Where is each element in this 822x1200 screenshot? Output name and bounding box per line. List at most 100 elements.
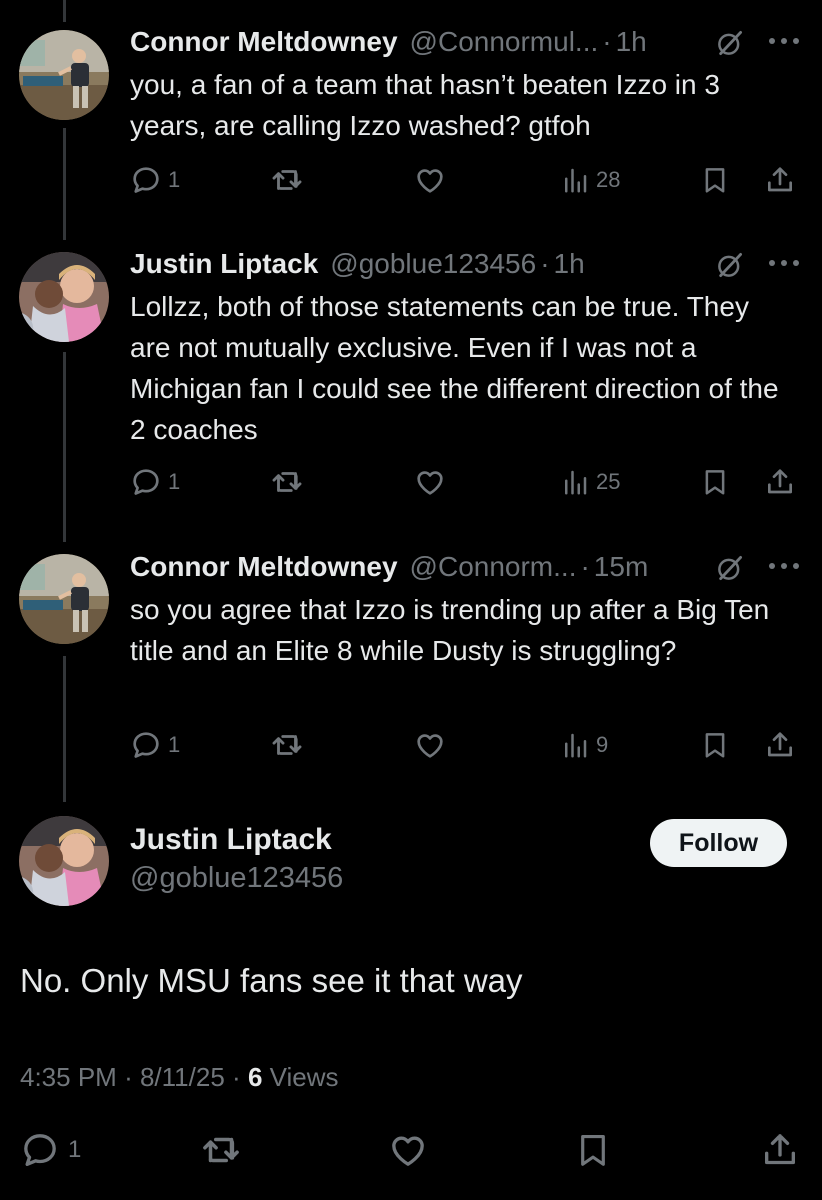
reply-button[interactable]: 1 (130, 162, 180, 198)
views-button[interactable]: 28 (560, 162, 620, 198)
share-button[interactable] (764, 464, 796, 500)
views-count: 25 (596, 469, 621, 494)
tweet-actions: 1 25 (130, 464, 810, 500)
main-avatar[interactable] (19, 816, 109, 906)
reply-count: 1 (168, 167, 181, 192)
display-name[interactable]: Connor Meltdowney (130, 551, 398, 583)
display-name[interactable]: Justin Liptack (130, 248, 318, 280)
separator: · (540, 248, 550, 279)
share-icon (764, 729, 796, 761)
main-tweet-text: No. Only MSU fans see it that way (20, 962, 523, 999)
views-button[interactable]: 9 (560, 727, 608, 763)
more-icon[interactable] (768, 258, 800, 268)
timestamp[interactable]: 1h (554, 248, 585, 280)
views-label: Views (269, 1062, 339, 1092)
main-tweet-actions: 1 (0, 1128, 822, 1172)
tweet-time[interactable]: 4:35 PM (20, 1062, 117, 1092)
tweet-date[interactable]: 8/11/25 (140, 1062, 225, 1092)
user-handle[interactable]: @Connormul... (410, 26, 599, 58)
like-icon (414, 729, 446, 761)
tweet-header: Justin Liptack @goblue123456 · 1h (130, 246, 585, 282)
like-button[interactable] (414, 162, 446, 198)
views-count: 6 (247, 1062, 263, 1092)
timestamp[interactable]: 15m (594, 551, 648, 583)
like-button[interactable] (414, 727, 446, 763)
grok-icon[interactable] (715, 250, 745, 280)
tweet-meta: 4:35 PM · 8/11/25 · 6 Views (20, 1062, 339, 1093)
share-icon (764, 466, 796, 498)
bookmark-icon (700, 466, 730, 498)
display-name[interactable]: Connor Meltdowney (130, 26, 398, 58)
views-icon (560, 165, 590, 195)
tweet-header: Connor Meltdowney @Connorm... · 15m (130, 549, 648, 585)
repost-icon (270, 465, 304, 499)
thread-line (63, 0, 66, 22)
views-count: 28 (596, 167, 621, 192)
views-icon (560, 730, 590, 760)
separator: · (232, 1062, 241, 1092)
like-icon (414, 466, 446, 498)
share-button[interactable] (764, 162, 796, 198)
more-icon[interactable] (768, 36, 800, 46)
avatar[interactable] (19, 252, 109, 342)
bookmark-button[interactable] (700, 727, 730, 763)
repost-icon (270, 163, 304, 197)
tweet-header: Connor Meltdowney @Connormul... · 1h (130, 24, 647, 60)
more-icon[interactable] (768, 561, 800, 571)
repost-button[interactable] (270, 162, 304, 198)
repost-button[interactable] (270, 727, 304, 763)
reply-icon (130, 164, 162, 196)
bookmark-icon (700, 729, 730, 761)
share-button[interactable] (760, 1128, 800, 1172)
like-button[interactable] (414, 464, 446, 500)
thread-line (63, 352, 66, 542)
views-icon (560, 467, 590, 497)
like-icon (388, 1130, 428, 1170)
like-icon (414, 164, 446, 196)
reply-button[interactable]: 1 (130, 464, 180, 500)
repost-icon (200, 1129, 242, 1171)
follow-button[interactable]: Follow (650, 819, 787, 867)
reply-count: 1 (68, 1136, 82, 1163)
bookmark-icon (574, 1130, 612, 1170)
user-handle[interactable]: @Connorm... (410, 551, 577, 583)
separator: · (124, 1062, 133, 1092)
tweet-actions: 1 28 (130, 162, 810, 198)
reply-count: 1 (168, 732, 181, 757)
tweet-actions: 1 9 (130, 727, 810, 763)
separator: · (602, 26, 612, 57)
repost-icon (270, 728, 304, 762)
separator: · (580, 551, 590, 582)
reply-icon (130, 466, 162, 498)
reply-count: 1 (168, 469, 181, 494)
bookmark-button[interactable] (700, 162, 730, 198)
reply-icon (130, 729, 162, 761)
bookmark-icon (700, 164, 730, 196)
bookmark-button[interactable] (574, 1128, 612, 1172)
reply-button[interactable]: 1 (20, 1128, 81, 1172)
main-display-name[interactable]: Justin Liptack (130, 823, 332, 857)
repost-button[interactable] (270, 464, 304, 500)
share-icon (760, 1130, 800, 1170)
tweet-text: you, a fan of a team that hasn’t beaten … (130, 69, 720, 141)
avatar[interactable] (19, 30, 109, 120)
reply-icon (20, 1130, 60, 1170)
grok-icon[interactable] (715, 28, 745, 58)
tweet-text: so you agree that Izzo is trending up af… (130, 594, 770, 666)
thread-line (63, 656, 66, 802)
timestamp[interactable]: 1h (616, 26, 647, 58)
grok-icon[interactable] (715, 553, 745, 583)
views-button[interactable]: 25 (560, 464, 620, 500)
share-button[interactable] (764, 727, 796, 763)
share-icon (764, 164, 796, 196)
user-handle[interactable]: @goblue123456 (330, 248, 536, 280)
repost-button[interactable] (200, 1128, 242, 1172)
main-user-handle[interactable]: @goblue123456 (130, 862, 343, 895)
tweet-text: Lollzz, both of those statements can be … (130, 291, 779, 445)
bookmark-button[interactable] (700, 464, 730, 500)
like-button[interactable] (388, 1128, 428, 1172)
avatar[interactable] (19, 554, 109, 644)
thread-line (63, 128, 66, 240)
reply-button[interactable]: 1 (130, 727, 180, 763)
views-count: 9 (596, 732, 609, 757)
